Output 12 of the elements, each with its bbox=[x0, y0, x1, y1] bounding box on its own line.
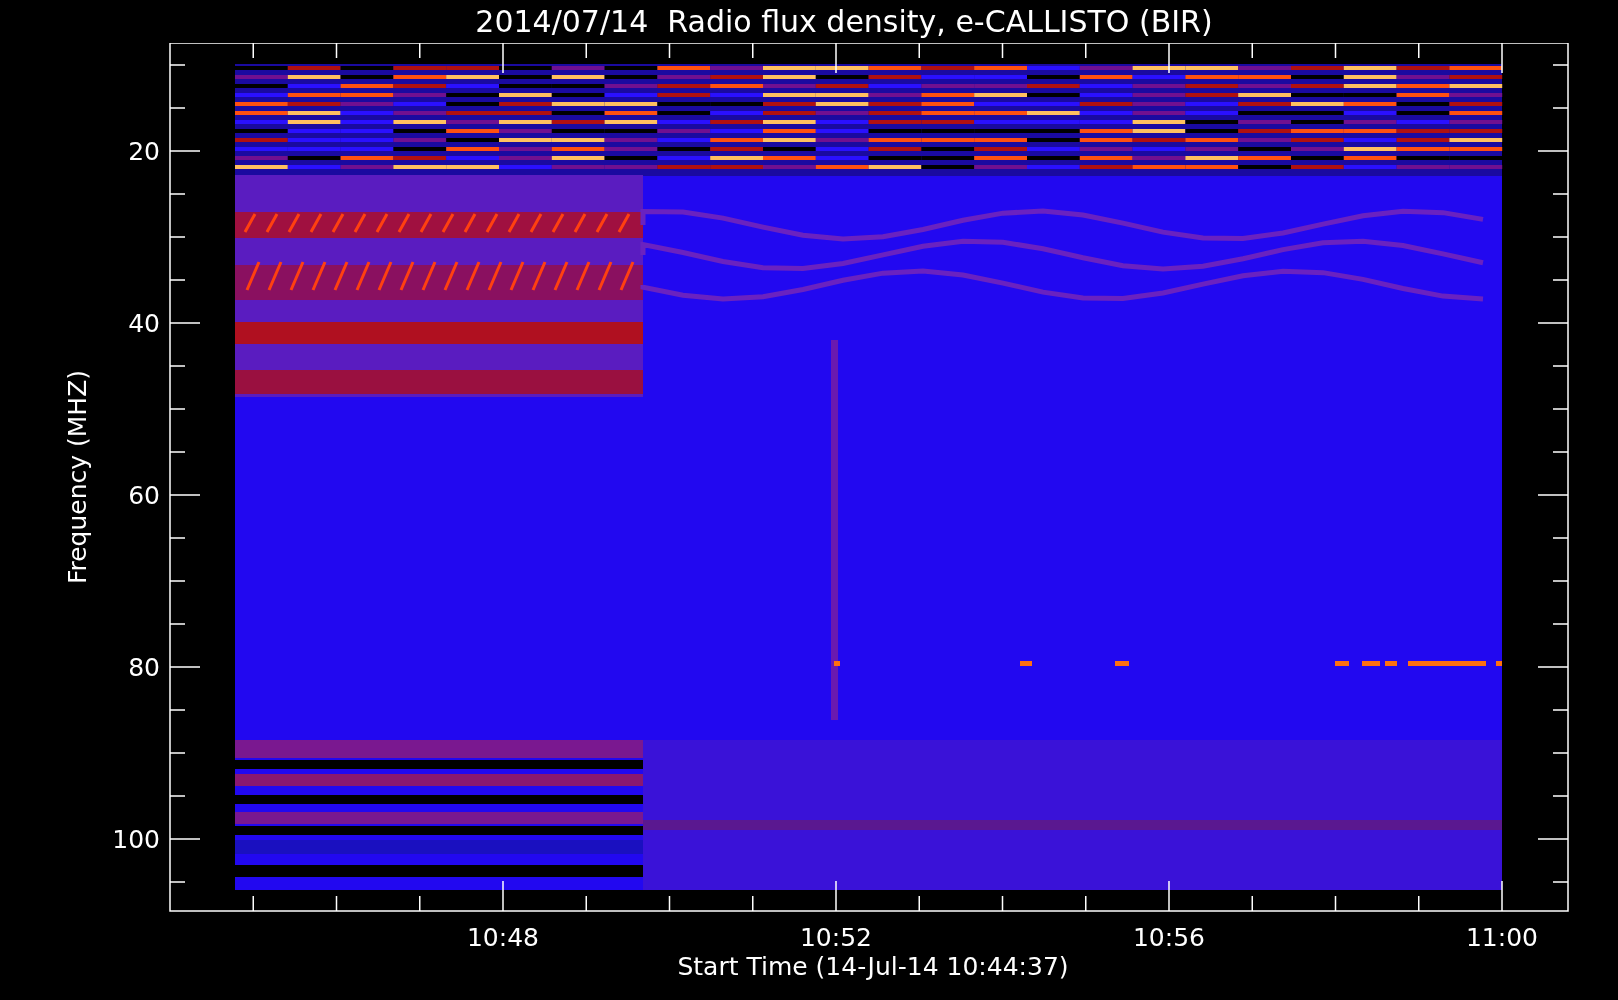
tick-label: 40 bbox=[128, 309, 160, 338]
chart-title: 2014/07/14 Radio flux density, e-CALLISTO (BIR) bbox=[474, 3, 1214, 41]
axis-title: Start Time (14-Jul-14 10:44:37) bbox=[677, 952, 1069, 981]
tick-label: 10:56 bbox=[1133, 923, 1205, 952]
tick-label: 60 bbox=[128, 481, 160, 510]
tick-label: 10:48 bbox=[467, 923, 539, 952]
tick-label: 20 bbox=[128, 137, 160, 166]
tick-label: 11:00 bbox=[1466, 923, 1538, 952]
tick-label: 10:52 bbox=[800, 923, 872, 952]
axis-title: Frequency (MHZ) bbox=[63, 369, 92, 585]
tick-label: 80 bbox=[128, 653, 160, 682]
tick-label: 100 bbox=[112, 825, 160, 854]
